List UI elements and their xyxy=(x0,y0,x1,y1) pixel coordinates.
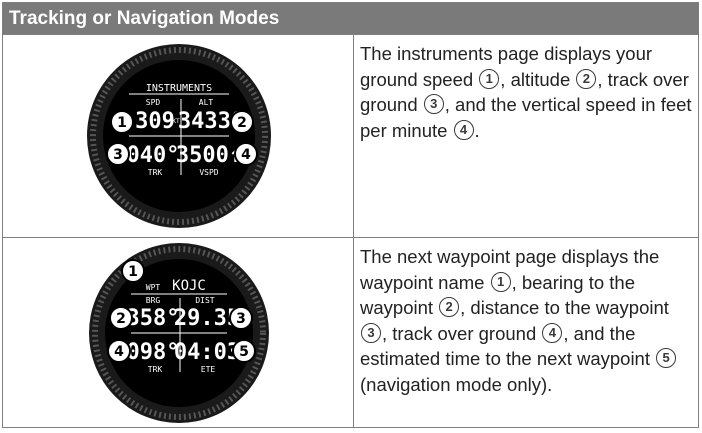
trk-value: 098° xyxy=(127,340,180,365)
svg-text:3: 3 xyxy=(113,147,123,163)
table-row: INSTRUMENTS SPD ALT 309 KT 34330 040° 35… xyxy=(3,34,698,238)
image-cell: INSTRUMENTS SPD ALT 309 KT 34330 040° 35… xyxy=(3,35,354,238)
callout-2: 2 xyxy=(109,306,133,330)
wpt-label: WPT xyxy=(146,283,161,292)
image-cell: WPT KOJC BRG DIST 358° 29.35 098° 04:03 … xyxy=(3,238,354,428)
callout-1: 1 xyxy=(479,68,500,89)
callout-3: 3 xyxy=(229,306,253,330)
callout-1: 1 xyxy=(110,110,134,134)
instruments-watch-image: INSTRUMENTS SPD ALT 309 KT 34330 040° 35… xyxy=(87,44,271,228)
callout-2: 2 xyxy=(439,297,460,318)
svg-text:4: 4 xyxy=(114,344,124,360)
spd-value: 309 xyxy=(135,109,175,134)
callout-5: 5 xyxy=(656,348,677,369)
brg-label: BRG xyxy=(146,296,161,305)
vspd-value: 3500↑ xyxy=(176,143,242,168)
svg-text:5: 5 xyxy=(239,344,249,360)
brg-value: 358° xyxy=(127,306,180,331)
callout-2: 2 xyxy=(230,110,254,134)
dist-label: DIST xyxy=(195,296,214,305)
ete-value: 04:03 xyxy=(174,340,240,365)
callout-3: 3 xyxy=(423,94,444,115)
table-row: WPT KOJC BRG DIST 358° 29.35 098° 04:03 … xyxy=(3,237,698,428)
svg-text:2: 2 xyxy=(116,311,126,327)
trk-value: 040° xyxy=(127,143,180,168)
modes-table: Tracking or Navigation Modes INSTRUMENTS… xyxy=(2,2,699,428)
waypoint-name: KOJC xyxy=(172,278,206,294)
callout-2: 2 xyxy=(576,68,597,89)
waypoint-description: The next waypoint page displays the wayp… xyxy=(360,244,692,397)
ete-label: ETE xyxy=(201,365,216,374)
svg-text:4: 4 xyxy=(241,147,251,163)
callout-3: 3 xyxy=(106,142,130,166)
alt-label: ALT xyxy=(199,98,214,107)
callout-1: 1 xyxy=(490,271,511,292)
callout-4: 4 xyxy=(107,339,131,363)
callout-4: 4 xyxy=(234,142,258,166)
callout-1: 1 xyxy=(121,259,145,283)
trk-label: TRK xyxy=(148,168,163,177)
instruments-description: The instruments page displays your groun… xyxy=(360,43,692,141)
svg-text:1: 1 xyxy=(128,264,138,280)
spd-label: SPD xyxy=(146,98,161,107)
watch-title: INSTRUMENTS xyxy=(146,83,212,94)
vspd-label: VSPD xyxy=(199,168,218,177)
callout-3: 3 xyxy=(361,322,381,343)
svg-text:3: 3 xyxy=(236,311,246,327)
callout-4: 4 xyxy=(453,119,474,140)
svg-text:1: 1 xyxy=(117,115,127,131)
trk-label: TRK xyxy=(148,365,163,374)
callout-4: 4 xyxy=(542,322,563,343)
table-header: Tracking or Navigation Modes xyxy=(3,3,698,34)
callout-5: 5 xyxy=(232,339,256,363)
svg-text:2: 2 xyxy=(237,115,247,131)
waypoint-watch-image: WPT KOJC BRG DIST 358° 29.35 098° 04:03 … xyxy=(89,243,269,423)
